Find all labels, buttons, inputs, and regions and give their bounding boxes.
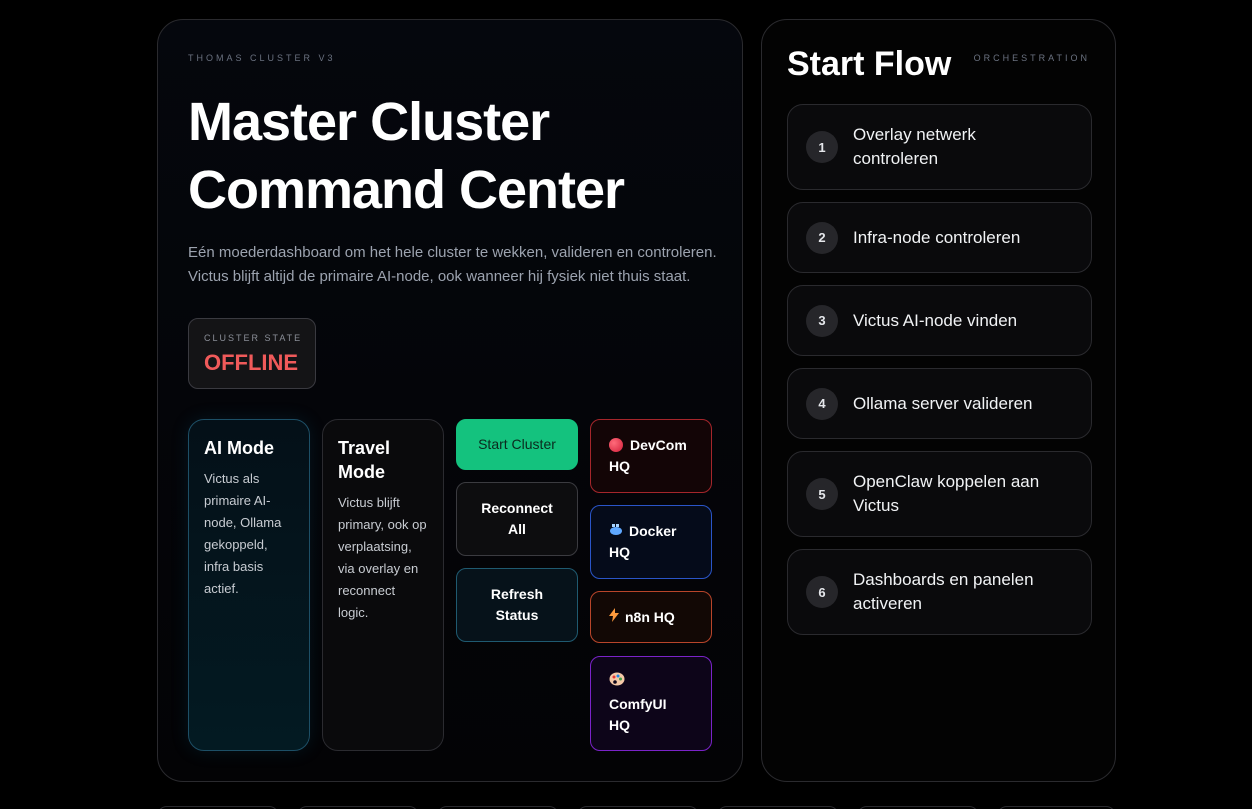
orchestration-eyebrow: ORCHESTRATION bbox=[973, 53, 1090, 63]
flow-step-5[interactable]: 5 OpenClaw koppelen aan Victus bbox=[787, 451, 1092, 537]
travel-mode-description: Victus blijft primary, ook op verplaatsi… bbox=[338, 495, 427, 620]
n8n-hq-label: n8n HQ bbox=[625, 608, 675, 625]
n8n-hq-link[interactable]: n8n HQ bbox=[590, 591, 712, 643]
flow-step-4[interactable]: 4 Ollama server valideren bbox=[787, 368, 1092, 439]
cluster-version-eyebrow: THOMAS CLUSTER V3 bbox=[188, 53, 336, 63]
page-title: Master Cluster Command Center bbox=[188, 88, 728, 224]
flow-step-6[interactable]: 6 Dashboards en panelen activeren bbox=[787, 549, 1092, 635]
title-line-1: Master Cluster bbox=[188, 92, 550, 152]
step-number: 5 bbox=[806, 478, 838, 510]
start-flow-title: Start Flow bbox=[787, 45, 952, 83]
start-flow-panel: Start Flow ORCHESTRATION 1 Overlay netwe… bbox=[761, 19, 1116, 782]
ai-mode-description: Victus als primaire AI-node, Ollama geko… bbox=[204, 471, 282, 596]
flow-step-3[interactable]: 3 Victus AI-node vinden bbox=[787, 285, 1092, 356]
step-label: Dashboards en panelen activeren bbox=[853, 570, 1034, 613]
step-label: OpenClaw koppelen aan Victus bbox=[853, 472, 1040, 515]
step-label: Overlay netwerk controleren bbox=[853, 125, 976, 168]
flow-step-1[interactable]: 1 Overlay netwerk controleren bbox=[787, 104, 1092, 190]
ai-mode-title: AI Mode bbox=[204, 438, 274, 458]
step-label: Infra-node controleren bbox=[853, 227, 1021, 247]
refresh-status-button[interactable]: Refresh Status bbox=[456, 568, 578, 642]
cluster-state-card: CLUSTER STATE OFFLINE bbox=[188, 318, 316, 389]
command-center-panel: THOMAS CLUSTER V3 Master Cluster Command… bbox=[157, 19, 743, 782]
travel-mode-title: Travel Mode bbox=[338, 438, 391, 482]
devcom-hq-link[interactable]: DevCom HQ bbox=[590, 419, 712, 493]
page-description: Eén moederdashboard om het hele cluster … bbox=[188, 241, 728, 289]
red-circle-icon bbox=[609, 438, 623, 452]
reconnect-all-label: Reconnect All bbox=[481, 500, 553, 537]
flow-step-2[interactable]: 2 Infra-node controleren bbox=[787, 202, 1092, 273]
description-line-2: Victus blijft altijd de primaire AI-node… bbox=[188, 268, 691, 285]
ai-mode-card[interactable]: AI Mode Victus als primaire AI-node, Oll… bbox=[188, 419, 310, 751]
title-line-2: Command Center bbox=[188, 160, 625, 220]
comfyui-hq-label: ComfyUI HQ bbox=[609, 696, 667, 733]
comfyui-hq-link[interactable]: ComfyUI HQ bbox=[590, 656, 712, 751]
reconnect-all-button[interactable]: Reconnect All bbox=[456, 482, 578, 556]
docker-hq-link[interactable]: Docker HQ bbox=[590, 505, 712, 579]
step-label: Victus AI-node vinden bbox=[853, 310, 1018, 330]
travel-mode-card[interactable]: Travel Mode Victus blijft primary, ook o… bbox=[322, 419, 444, 751]
step-number: 3 bbox=[806, 304, 838, 337]
start-cluster-button[interactable]: Start Cluster bbox=[456, 419, 578, 470]
palette-icon bbox=[609, 671, 687, 692]
lightning-icon bbox=[609, 607, 619, 628]
step-number: 6 bbox=[806, 576, 838, 608]
step-number: 2 bbox=[806, 221, 838, 254]
cluster-state-label: CLUSTER STATE bbox=[204, 333, 303, 343]
step-label: Ollama server valideren bbox=[853, 393, 1033, 413]
refresh-status-label: Refresh Status bbox=[490, 586, 544, 623]
cluster-state-value: OFFLINE bbox=[204, 350, 299, 375]
whale-icon bbox=[609, 521, 623, 542]
description-line-1: Eén moederdashboard om het hele cluster … bbox=[188, 244, 717, 261]
step-number: 1 bbox=[806, 131, 838, 163]
step-number: 4 bbox=[806, 387, 838, 420]
